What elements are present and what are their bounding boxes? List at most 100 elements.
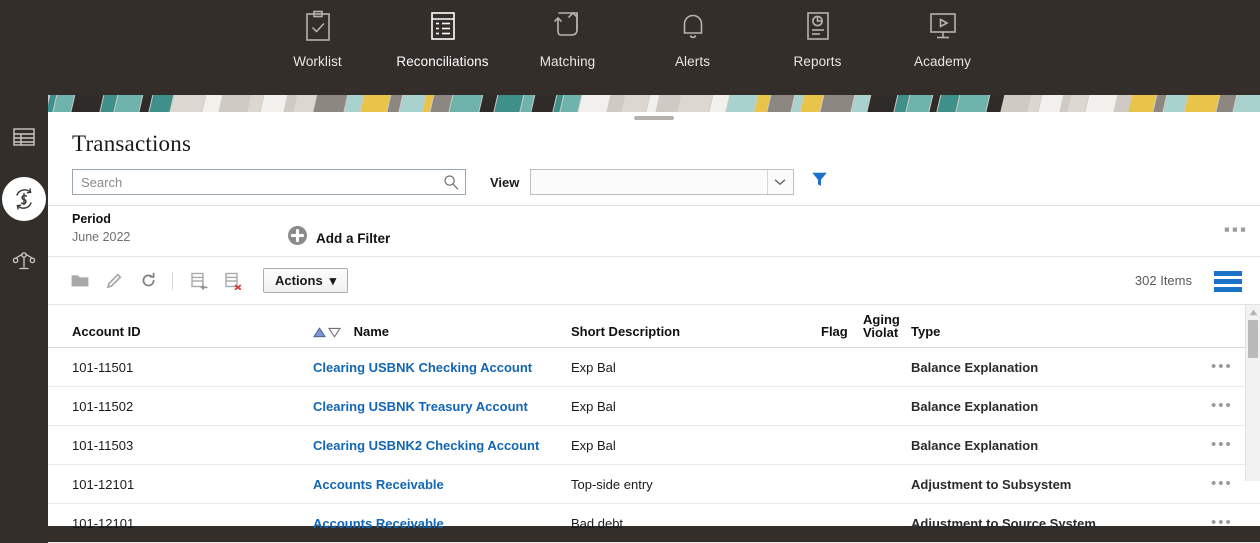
- table-list-icon: [426, 9, 460, 43]
- refresh-icon[interactable]: [134, 268, 162, 294]
- cell-type: Balance Explanation: [911, 386, 1211, 425]
- sort-descending-icon: [328, 327, 341, 338]
- transaction-name-link[interactable]: Clearing USBNK2 Checking Account: [313, 438, 539, 453]
- table-body: 101-11501Clearing USBNK Checking Account…: [48, 347, 1260, 542]
- banner-stripe: [577, 95, 611, 112]
- rail-item-grid-table[interactable]: [2, 115, 46, 159]
- cell-short-description: Top-side entry: [571, 464, 821, 503]
- clipboard-check-icon: [301, 9, 335, 43]
- cell-short-description: Exp Bal: [571, 347, 821, 386]
- delete-row-icon[interactable]: [219, 268, 247, 294]
- nav-item-academy[interactable]: Academy: [880, 0, 1005, 69]
- column-header-short-description[interactable]: Short Description: [571, 305, 821, 347]
- transaction-name-link[interactable]: Accounts Receivable: [313, 477, 444, 492]
- list-view-icon[interactable]: [1214, 271, 1242, 295]
- actions-button[interactable]: Actions ▾: [263, 268, 348, 293]
- actions-button-label: Actions: [275, 273, 323, 288]
- search-icon[interactable]: [443, 174, 459, 190]
- column-header-flag[interactable]: Flag: [821, 305, 863, 347]
- transaction-name-link[interactable]: Clearing USBNK Checking Account: [313, 360, 532, 375]
- view-select[interactable]: [531, 170, 793, 194]
- scroll-up-arrow-icon[interactable]: [1246, 305, 1260, 319]
- cell-name: Accounts Receivable: [313, 503, 571, 542]
- toolbar-divider: [172, 272, 173, 290]
- banner-stripe: [725, 95, 758, 112]
- banner-stripe: [676, 95, 713, 112]
- transactions-table-wrap: Account ID Name: [48, 305, 1260, 543]
- global-navigation-bar: Worklist Reconciliations MatchingAlertsRep…: [0, 0, 1260, 95]
- cell-name: Accounts Receivable: [313, 464, 571, 503]
- rail-item-currency-exchange[interactable]: [2, 177, 46, 221]
- nav-item-reconciliations[interactable]: Reconciliations: [380, 0, 505, 69]
- banner-stripe: [866, 95, 898, 112]
- cell-name: Clearing USBNK Checking Account: [313, 347, 571, 386]
- cell-flag: [821, 347, 863, 386]
- cell-short-description: Exp Bal: [571, 386, 821, 425]
- cell-account-id: 101-11502: [48, 386, 313, 425]
- open-folder-icon[interactable]: [66, 268, 94, 294]
- search-and-view-row: View: [72, 169, 1260, 195]
- row-overflow-menu[interactable]: •••: [1211, 503, 1260, 542]
- filter-funnel-icon[interactable]: [811, 171, 828, 193]
- nav-item-label: Worklist: [293, 54, 342, 69]
- column-label-flag: Flag: [821, 324, 848, 339]
- page-title: Transactions: [72, 131, 1260, 157]
- banner-stripe: [1183, 95, 1220, 112]
- nav-item-worklist[interactable]: Worklist: [255, 0, 380, 69]
- column-header-account-id[interactable]: Account ID: [48, 305, 313, 347]
- view-select-wrap[interactable]: [530, 169, 794, 195]
- nav-item-reports[interactable]: Reports: [755, 0, 880, 69]
- column-header-type[interactable]: Type: [911, 305, 1211, 347]
- cell-account-id: 101-11503: [48, 425, 313, 464]
- transaction-name-link[interactable]: Accounts Receivable: [313, 516, 444, 531]
- table-row[interactable]: 101-12101Accounts ReceivableBad debtAdju…: [48, 503, 1260, 542]
- cell-aging-violation: [863, 347, 911, 386]
- table-row[interactable]: 101-11503Clearing USBNK2 Checking Accoun…: [48, 425, 1260, 464]
- nav-item-label: Reconciliations: [396, 54, 488, 69]
- cell-type: Balance Explanation: [911, 347, 1211, 386]
- column-header-name[interactable]: Name: [313, 305, 571, 347]
- scrollbar-thumb[interactable]: [1248, 320, 1258, 358]
- banner-stripe: [955, 95, 990, 112]
- table-row[interactable]: 101-11501Clearing USBNK Checking Account…: [48, 347, 1260, 386]
- cell-flag: [821, 425, 863, 464]
- column-header-aging-violation[interactable]: Aging Violat: [863, 305, 911, 347]
- sort-ascending-icon: [313, 327, 326, 338]
- cell-account-id: 101-11501: [48, 347, 313, 386]
- banner-stripe: [1232, 95, 1260, 112]
- add-filter-button[interactable]: Add a Filter: [288, 226, 390, 250]
- cell-short-description: Exp Bal: [571, 425, 821, 464]
- column-label-type: Type: [911, 324, 940, 339]
- table-row[interactable]: 101-11502Clearing USBNK Treasury Account…: [48, 386, 1260, 425]
- table-vertical-scrollbar[interactable]: [1245, 305, 1260, 481]
- nav-item-alerts[interactable]: Alerts: [630, 0, 755, 69]
- cell-aging-violation: [863, 503, 911, 542]
- nav-item-matching[interactable]: Matching: [505, 0, 630, 69]
- banner-stripe: [169, 95, 206, 112]
- search-box[interactable]: [72, 169, 466, 195]
- panel-drag-handle[interactable]: [634, 116, 674, 120]
- column-label-aging-violation: Aging Violat: [863, 312, 900, 340]
- cell-type: Adjustment to Source System: [911, 503, 1211, 542]
- cell-short-description: Bad debt: [571, 503, 821, 542]
- column-label-short-description: Short Description: [571, 324, 680, 339]
- filter-chip-period[interactable]: Period June 2022: [72, 212, 130, 244]
- cell-type: Adjustment to Subsystem: [911, 464, 1211, 503]
- add-row-icon[interactable]: [185, 268, 213, 294]
- left-icon-rail: [0, 95, 48, 526]
- transaction-name-link[interactable]: Clearing USBNK Treasury Account: [313, 399, 528, 414]
- period-filter-label: Period: [72, 212, 130, 226]
- banner-stripe: [1084, 95, 1118, 112]
- period-filter-value: June 2022: [72, 230, 130, 244]
- filter-overflow-menu[interactable]: ▪▪▪: [1224, 225, 1248, 235]
- table-row[interactable]: 101-12101Accounts ReceivableTop-side ent…: [48, 464, 1260, 503]
- cell-name: Clearing USBNK Treasury Account: [313, 386, 571, 425]
- search-input[interactable]: [73, 170, 465, 194]
- banner-stripe: [493, 95, 524, 112]
- edit-pencil-icon[interactable]: [100, 268, 128, 294]
- cell-type: Balance Explanation: [911, 425, 1211, 464]
- sort-arrows[interactable]: [313, 327, 341, 338]
- banner-stripe: [1000, 95, 1031, 112]
- banner-stripe: [620, 95, 650, 112]
- rail-item-balance-scale[interactable]: [2, 239, 46, 283]
